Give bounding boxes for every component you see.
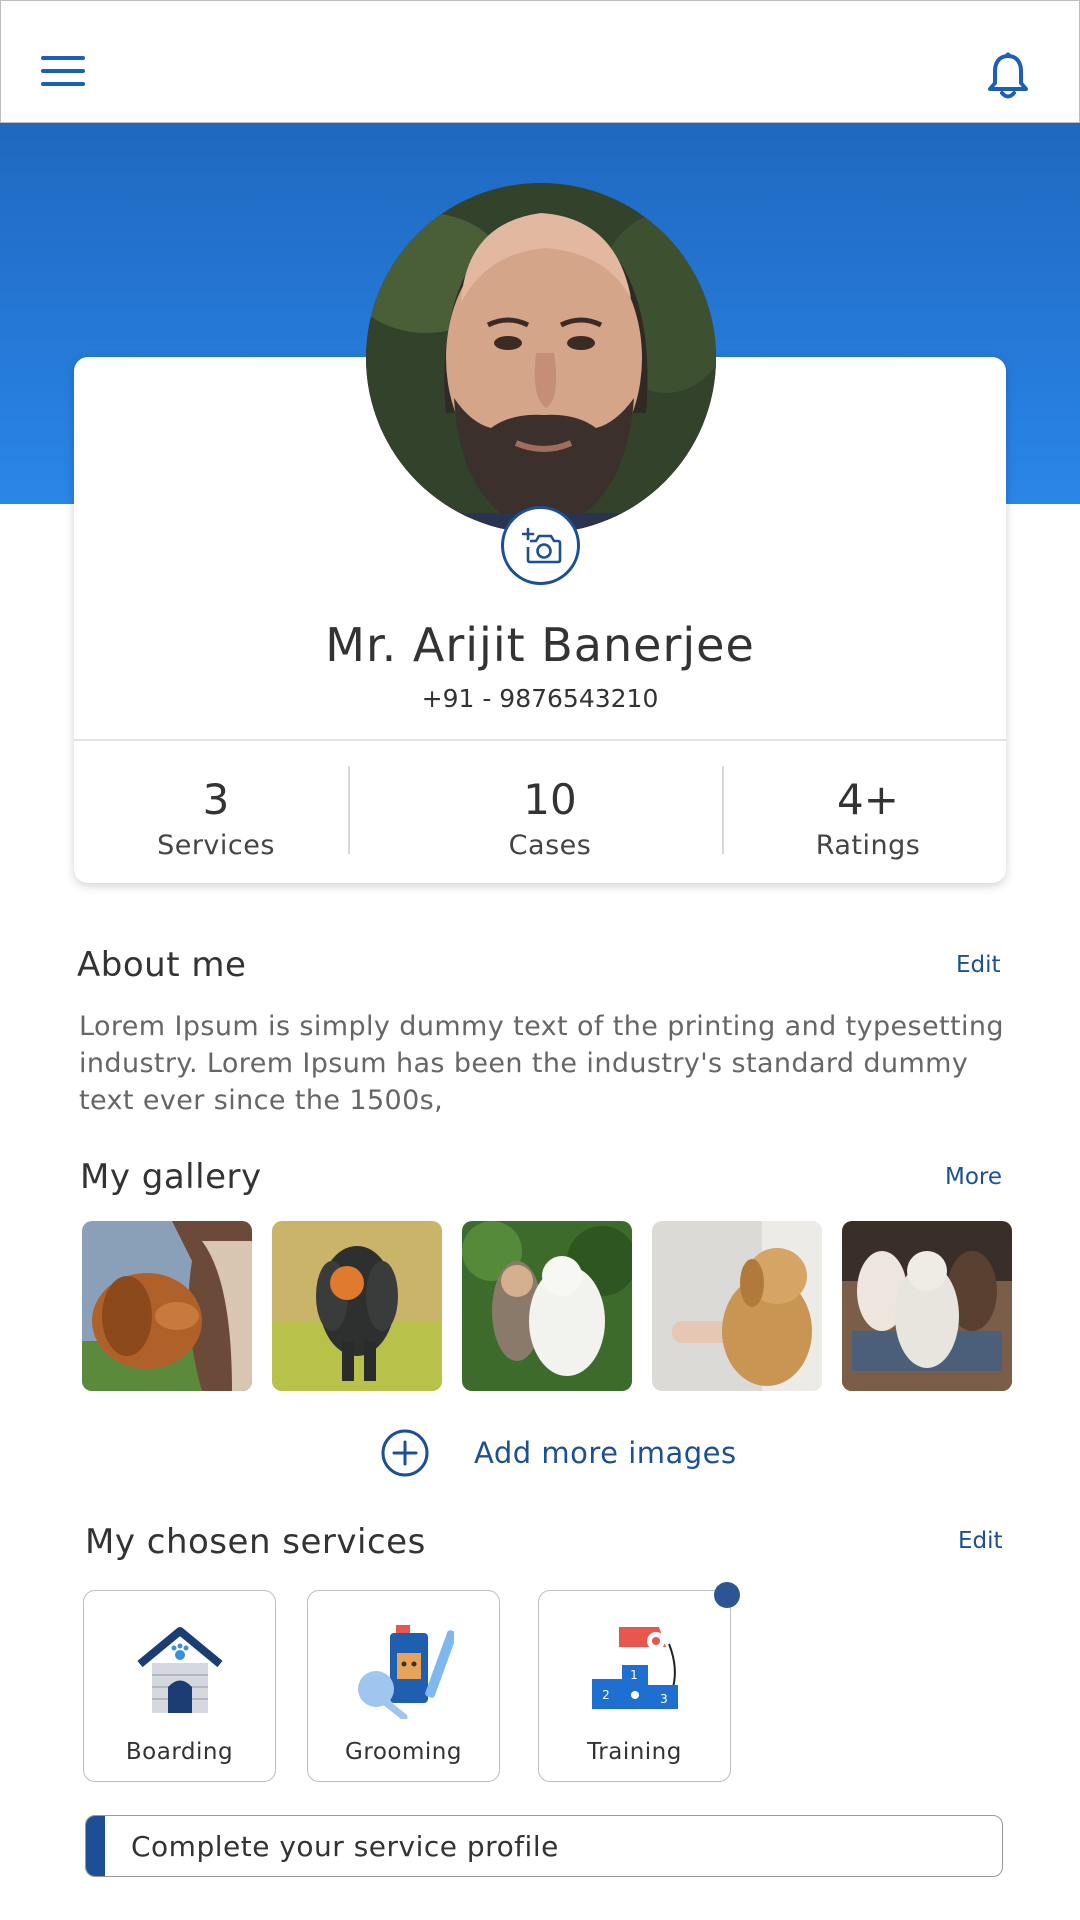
add-photo-camera-icon[interactable] (501, 506, 580, 585)
profile-avatar (366, 183, 716, 533)
complete-profile-label: Complete your service profile (131, 1830, 559, 1863)
profile-phone: +91 - 9876543210 (421, 684, 659, 713)
training-podium-whistle-icon: 1 2 3 (592, 1627, 678, 1709)
stat-cases: 10 Cases (460, 775, 640, 861)
svg-text:2: 2 (602, 1688, 610, 1702)
hamburger-menu-icon[interactable] (41, 56, 89, 90)
stat-value: 3 (202, 775, 230, 824)
stat-separator (348, 766, 350, 854)
complete-profile-accent (86, 1816, 105, 1876)
stat-value: 10 (523, 775, 577, 824)
gallery-image[interactable] (842, 1221, 1012, 1391)
about-edit-link[interactable]: Edit (956, 952, 1001, 978)
stat-separator (722, 766, 724, 854)
svg-text:3: 3 (660, 1692, 668, 1706)
gallery-title: My gallery (80, 1157, 262, 1197)
stat-label: Services (157, 830, 275, 861)
gallery-image[interactable] (462, 1221, 632, 1391)
service-label: Grooming (345, 1739, 462, 1765)
stat-label: Ratings (815, 830, 921, 861)
plus-circle-icon (381, 1429, 429, 1477)
svg-text:1: 1 (630, 1668, 638, 1682)
about-title: About me (77, 945, 247, 985)
gallery-image[interactable] (272, 1221, 442, 1391)
bell-icon[interactable] (985, 51, 1031, 101)
service-label: Training (587, 1739, 682, 1765)
card-divider (74, 739, 1006, 741)
gallery-image[interactable] (82, 1221, 252, 1391)
service-card-training[interactable]: 1 2 3 Training (538, 1590, 731, 1782)
add-more-images-label: Add more images (474, 1436, 737, 1470)
gallery-image[interactable] (652, 1221, 822, 1391)
top-app-bar (0, 0, 1080, 123)
stat-services: 3 Services (126, 775, 306, 861)
stat-label: Cases (508, 830, 592, 861)
grooming-kit-icon (358, 1625, 454, 1719)
service-label: Boarding (125, 1739, 234, 1765)
services-edit-link[interactable]: Edit (958, 1528, 1003, 1554)
dog-house-icon (137, 1627, 223, 1713)
gallery-more-link[interactable]: More (945, 1164, 1002, 1190)
profile-name: Mr. Arijit Banerjee (325, 618, 755, 672)
training-indicator-dot (714, 1582, 740, 1608)
stat-value: 4+ (837, 775, 899, 824)
services-title: My chosen services (85, 1522, 426, 1562)
stat-ratings: 4+ Ratings (778, 775, 958, 861)
service-card-grooming[interactable]: Grooming (307, 1590, 500, 1782)
about-text: Lorem Ipsum is simply dummy text of the … (79, 1011, 1004, 1116)
service-card-boarding[interactable]: Boarding (83, 1590, 276, 1782)
complete-profile-button[interactable]: Complete your service profile (85, 1815, 1003, 1877)
gallery-strip (82, 1221, 1012, 1391)
